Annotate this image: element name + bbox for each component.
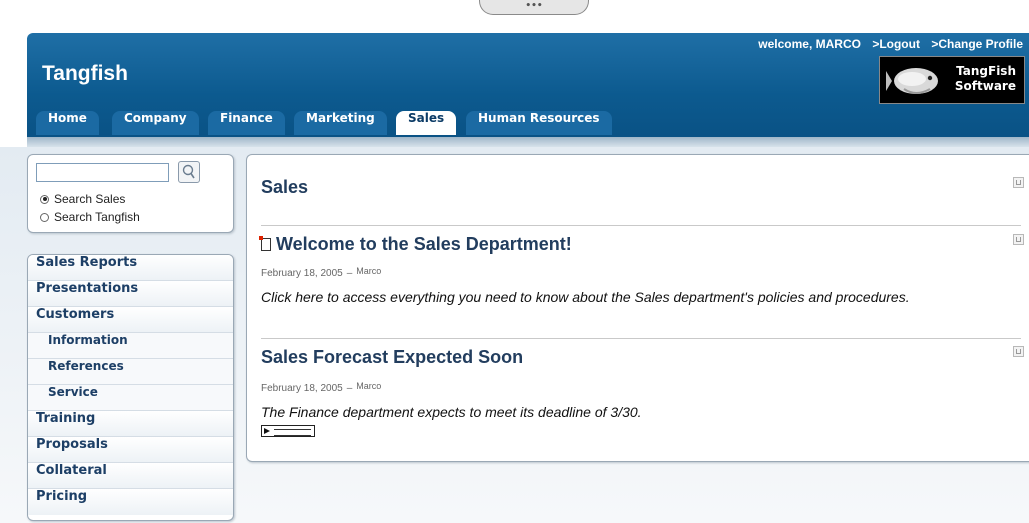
sidebar-item-collateral[interactable]: Collateral (28, 463, 233, 489)
read-more-icon[interactable] (261, 425, 315, 437)
change-profile-link[interactable]: >Change Profile (931, 37, 1023, 51)
post-body: The Finance department expects to meet i… (261, 404, 642, 420)
radio-label-sales: Search Sales (54, 192, 126, 206)
main-content: Sales Welcome to the Sales Department! F… (246, 154, 1029, 462)
sidebar-item-proposals[interactable]: Proposals (28, 437, 233, 463)
sidebar-item-information[interactable]: Information (28, 333, 233, 359)
post-author: Marco (356, 381, 382, 391)
sidebar-item-pricing[interactable]: Pricing (28, 489, 233, 515)
page-title: Sales (261, 177, 309, 197)
post-meta: February 18, 2005– Marco (261, 381, 381, 394)
user-bar: welcome, MARCO >Logout >Change Profile (758, 37, 1023, 51)
home-icon[interactable] (1013, 177, 1024, 188)
home-icon[interactable] (1013, 234, 1024, 245)
post-title[interactable]: Welcome to the Sales Department! (259, 234, 572, 255)
radio-selected-icon[interactable] (40, 194, 49, 204)
post-body[interactable]: Click here to access everything you need… (261, 289, 910, 305)
search-icon (182, 164, 195, 179)
sidebar-item-references[interactable]: References (28, 359, 233, 385)
radio-label-tangfish: Search Tangfish (54, 210, 140, 224)
logo-line1: TangFish (956, 64, 1016, 78)
welcome-text: welcome, MARCO (758, 37, 861, 51)
radio-unselected-icon[interactable] (40, 212, 49, 222)
meta-separator: – (346, 383, 353, 394)
logout-link[interactable]: >Logout (872, 37, 920, 51)
radio-search-tangfish[interactable]: Search Tangfish (40, 210, 140, 224)
tab-company[interactable]: Company (112, 111, 199, 135)
post-date: February 18, 2005 (261, 268, 343, 279)
site-header: welcome, MARCO >Logout >Change Profile T… (27, 33, 1029, 137)
sidebar-item-customers[interactable]: Customers (28, 307, 233, 333)
post-meta: February 18, 2005– Marco (261, 266, 381, 279)
search-button[interactable] (178, 161, 200, 183)
search-box: Search Sales Search Tangfish (27, 154, 234, 233)
home-icon[interactable] (1013, 346, 1024, 357)
tangfish-logo: TangFish Software (879, 56, 1025, 104)
side-navigation: Sales Reports Presentations Customers In… (27, 254, 234, 521)
sidebar-item-service[interactable]: Service (28, 385, 233, 411)
header-divider (27, 137, 1029, 147)
site-title: Tangfish (42, 62, 128, 85)
divider (261, 338, 1021, 339)
sidebar-item-training[interactable]: Training (28, 411, 233, 437)
post-date: February 18, 2005 (261, 383, 343, 394)
tab-home[interactable]: Home (36, 111, 99, 135)
post-title[interactable]: Sales Forecast Expected Soon (261, 347, 523, 368)
collapse-handle[interactable]: ••• (479, 0, 589, 15)
tab-sales[interactable]: Sales (396, 111, 457, 135)
sidebar-item-presentations[interactable]: Presentations (28, 281, 233, 307)
post-author: Marco (356, 266, 382, 276)
tab-marketing[interactable]: Marketing (294, 111, 387, 135)
divider (261, 225, 1021, 226)
new-document-icon (259, 236, 271, 251)
radio-search-sales[interactable]: Search Sales (40, 192, 125, 206)
post-title-text[interactable]: Welcome to the Sales Department! (276, 234, 572, 254)
logo-text: TangFish Software (955, 64, 1016, 94)
sidebar-item-sales-reports[interactable]: Sales Reports (28, 255, 233, 281)
tab-human-resources[interactable]: Human Resources (466, 111, 612, 135)
search-input[interactable] (36, 163, 169, 182)
logo-line2: Software (954, 79, 1016, 93)
tab-finance[interactable]: Finance (208, 111, 285, 135)
fish-icon (886, 68, 938, 94)
meta-separator: – (346, 268, 353, 279)
